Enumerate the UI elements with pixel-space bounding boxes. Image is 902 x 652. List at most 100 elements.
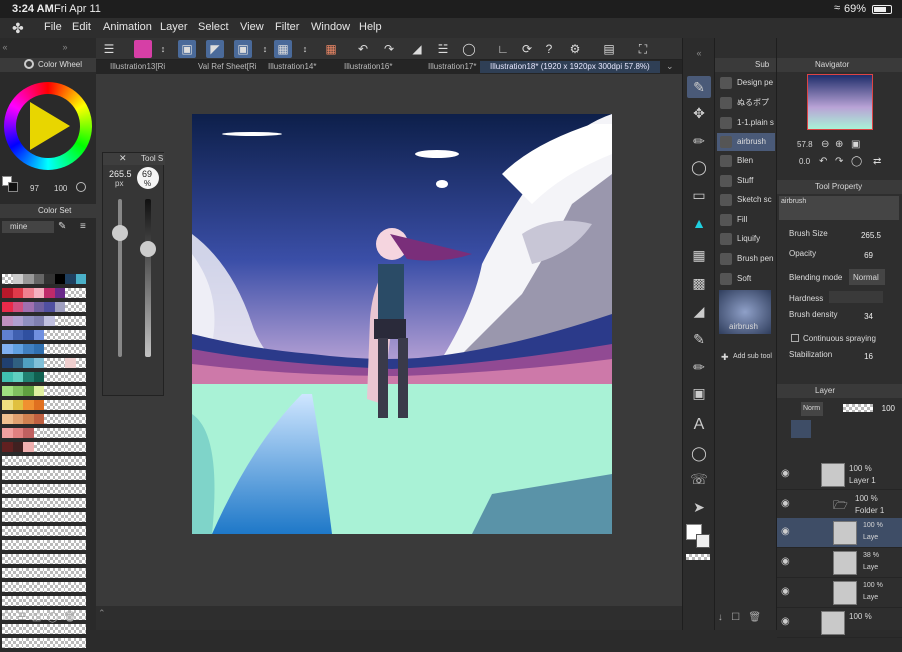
color-swatch[interactable] xyxy=(75,414,86,424)
opacity-slider-thumb[interactable] xyxy=(140,241,156,257)
color-settings-icon[interactable] xyxy=(76,182,86,192)
menu-window[interactable]: Window xyxy=(311,21,350,33)
color-swatch[interactable] xyxy=(54,540,65,550)
color-swatch[interactable] xyxy=(44,344,55,354)
color-swatch[interactable] xyxy=(65,302,76,312)
menu-animation[interactable]: Animation xyxy=(103,21,152,33)
color-swatch[interactable] xyxy=(2,288,13,298)
color-swatch[interactable] xyxy=(54,638,65,648)
color-swatch[interactable] xyxy=(65,484,76,494)
color-swatch[interactable] xyxy=(2,498,13,508)
color-swatch[interactable] xyxy=(75,302,86,312)
color-swatch[interactable] xyxy=(44,414,55,424)
color-swatch[interactable] xyxy=(44,428,55,438)
color-swatch[interactable] xyxy=(44,386,55,396)
ruler-tool-icon[interactable]: ◢ xyxy=(687,300,711,322)
color-swatch[interactable] xyxy=(65,386,76,396)
stepper-icon[interactable]: ↕ xyxy=(154,40,172,58)
color-swatch[interactable] xyxy=(44,498,55,508)
color-swatch[interactable] xyxy=(12,596,23,606)
color-swatch[interactable] xyxy=(23,344,34,354)
color-swatch[interactable] xyxy=(23,526,34,536)
shape-tool-icon[interactable]: ◯ xyxy=(687,442,711,464)
color-swatch[interactable] xyxy=(44,470,55,480)
color-swatch[interactable] xyxy=(75,456,86,466)
stepper-icon[interactable]: ↕ xyxy=(296,40,314,58)
color-swatch[interactable] xyxy=(12,386,23,396)
artwork-canvas[interactable] xyxy=(192,114,612,534)
doc-tab[interactable]: Val Ref Sheet[Ri xyxy=(188,61,258,73)
flip-horizontal-icon[interactable]: ⇄ xyxy=(873,156,881,167)
color-swatch[interactable] xyxy=(33,442,44,452)
color-swatch[interactable] xyxy=(12,484,23,494)
color-swatch[interactable] xyxy=(2,442,13,452)
color-swatch[interactable] xyxy=(54,386,65,396)
color-swatch[interactable] xyxy=(33,400,44,410)
sub-tool-header[interactable]: Sub xyxy=(715,58,777,72)
airbrush-tool-icon[interactable]: ✎ xyxy=(687,76,711,98)
color-swatch[interactable] xyxy=(33,470,44,480)
eraser-tool-icon[interactable]: ▭ xyxy=(687,184,711,206)
color-swatch[interactable] xyxy=(65,526,76,536)
select-all-icon[interactable]: ☱ xyxy=(434,40,452,58)
color-swatch[interactable] xyxy=(12,428,23,438)
color-swatch[interactable] xyxy=(54,484,65,494)
color-swatch[interactable] xyxy=(54,400,65,410)
visibility-eye-icon[interactable]: ◉ xyxy=(781,468,790,479)
color-swatch[interactable] xyxy=(33,302,44,312)
color-swatch[interactable] xyxy=(65,372,76,382)
sub-tool-item[interactable]: Liquify xyxy=(717,230,775,248)
sub-tool-item[interactable]: Soft xyxy=(717,270,775,288)
color-swatch[interactable] xyxy=(33,484,44,494)
color-swatch[interactable] xyxy=(54,568,65,578)
lasso-tool-icon[interactable]: ◯ xyxy=(687,156,711,178)
layer-blend-select[interactable]: Norm xyxy=(801,402,823,416)
color-swatch[interactable] xyxy=(65,414,76,424)
color-set-swatches[interactable] xyxy=(2,274,89,652)
color-swatch[interactable] xyxy=(12,638,23,648)
app-logo-icon[interactable]: ✤ xyxy=(12,20,28,36)
color-swatch[interactable] xyxy=(2,414,13,424)
operation-tool-icon[interactable]: ➤ xyxy=(687,496,711,518)
color-swatch[interactable] xyxy=(75,554,86,564)
color-swatch[interactable] xyxy=(12,358,23,368)
color-swatch[interactable] xyxy=(54,414,65,424)
color-swatch[interactable] xyxy=(2,582,13,592)
color-swatch[interactable] xyxy=(12,526,23,536)
sub-tool-item[interactable]: Stuff xyxy=(717,172,775,190)
color-swatch[interactable] xyxy=(65,540,76,550)
color-swatch[interactable] xyxy=(65,400,76,410)
color-swatch[interactable] xyxy=(54,554,65,564)
color-swatch[interactable] xyxy=(23,428,34,438)
color-swatch[interactable] xyxy=(75,526,86,536)
help-icon[interactable]: ? xyxy=(540,40,558,58)
opacity-value[interactable]: 69 xyxy=(837,251,873,260)
color-swatch[interactable] xyxy=(2,274,13,284)
fullscreen-icon[interactable]: ⛶ xyxy=(634,40,652,58)
layer-row[interactable]: ◉ 100 % Laye xyxy=(777,578,902,608)
color-swatch[interactable] xyxy=(65,274,76,284)
visibility-eye-icon[interactable]: ◉ xyxy=(781,526,790,537)
sub-tool-item[interactable]: Fill xyxy=(717,211,775,229)
color-swatch[interactable] xyxy=(75,274,86,284)
color-swatch[interactable] xyxy=(44,526,55,536)
color-swatch[interactable] xyxy=(33,540,44,550)
color-swatch[interactable] xyxy=(44,596,55,606)
color-swatch[interactable] xyxy=(54,456,65,466)
redo-icon[interactable]: ↷ xyxy=(380,40,398,58)
color-swatch[interactable] xyxy=(12,470,23,480)
left-panel-chevrons[interactable]: « » xyxy=(0,42,96,54)
ruler-icon[interactable]: ▦ xyxy=(274,40,292,58)
color-swatch[interactable] xyxy=(33,414,44,424)
color-swatch[interactable] xyxy=(23,596,34,606)
color-swatch[interactable] xyxy=(44,568,55,578)
fit-icon[interactable]: ▣ xyxy=(851,139,860,150)
color-swatch[interactable] xyxy=(54,358,65,368)
color-swatch[interactable] xyxy=(2,470,13,480)
color-swatch[interactable] xyxy=(44,456,55,466)
menu-file[interactable]: File xyxy=(44,21,62,33)
menu-view[interactable]: View xyxy=(240,21,264,33)
layer-row[interactable]: ◉ 100 % Layer 1 xyxy=(777,460,902,490)
draw-mode-icon[interactable]: ▣ xyxy=(178,40,196,58)
layer-color-icon[interactable] xyxy=(134,40,152,58)
